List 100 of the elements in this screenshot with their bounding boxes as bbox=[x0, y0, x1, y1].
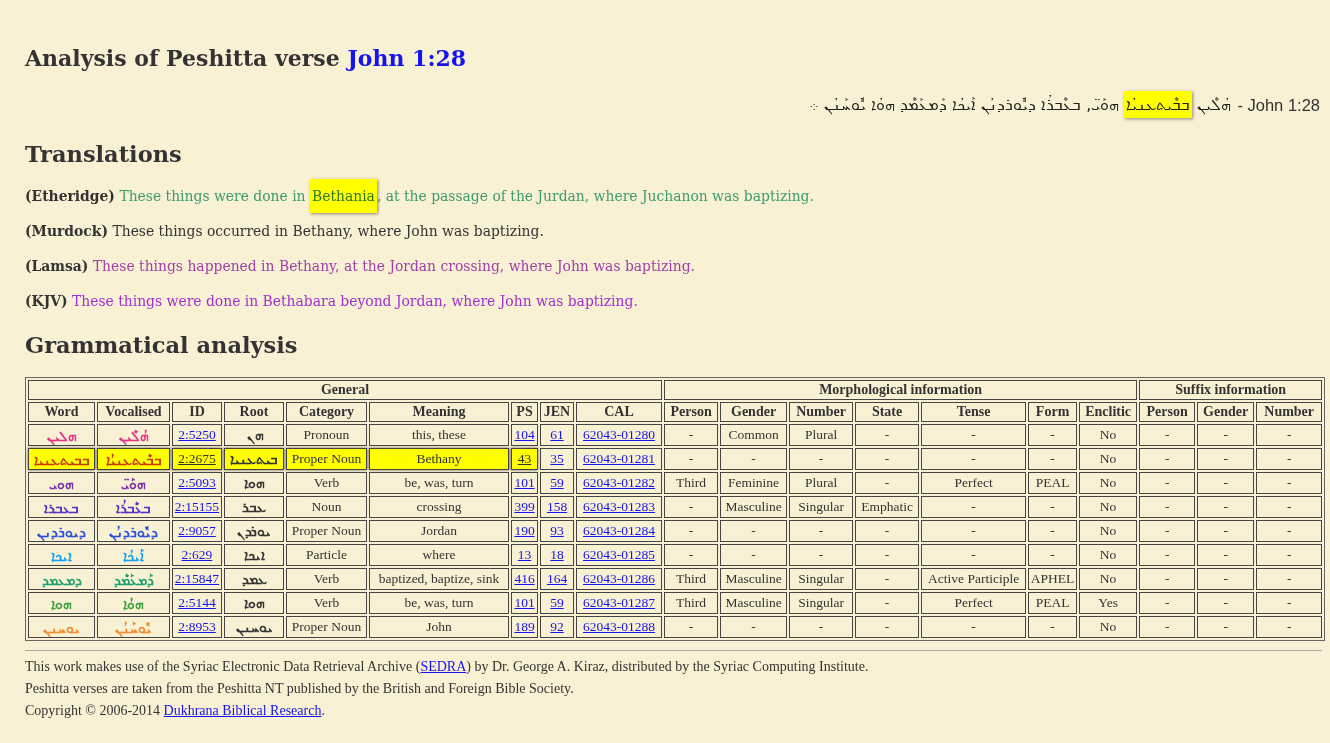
column-header: JEN bbox=[540, 402, 574, 422]
verse-link[interactable]: John 1:28 bbox=[347, 45, 467, 71]
table-link[interactable]: 62043-01280 bbox=[583, 427, 656, 442]
table-link[interactable]: 2:5093 bbox=[178, 475, 216, 490]
column-header: PS bbox=[511, 402, 538, 422]
table-cell: - bbox=[1256, 568, 1323, 590]
table-cell: - bbox=[789, 520, 854, 542]
table-link[interactable]: 35 bbox=[550, 451, 564, 466]
table-cell: - bbox=[720, 544, 788, 566]
syriac-root: ܝܘܚܢܢ bbox=[224, 616, 284, 638]
table-cell: No bbox=[1079, 616, 1138, 638]
table-cell: - bbox=[1028, 616, 1078, 638]
table-cell: - bbox=[1197, 616, 1255, 638]
table-cell: where bbox=[369, 544, 509, 566]
syriac-word: ܒܒܝܬܥܢܝܐ bbox=[33, 452, 90, 468]
syriac-word: ܕܝܘܪܕܢܢ bbox=[37, 524, 86, 540]
section-heading: Grammatical analysis bbox=[25, 331, 298, 360]
table-cell: - bbox=[1197, 424, 1255, 446]
table-link[interactable]: 2:15155 bbox=[174, 499, 220, 514]
table-cell: Plural bbox=[789, 472, 854, 494]
table-link[interactable]: 18 bbox=[550, 547, 564, 562]
table-link[interactable]: 62043-01283 bbox=[583, 499, 656, 514]
table-cell: - bbox=[1256, 472, 1323, 494]
table-cell: - bbox=[1256, 496, 1323, 518]
footer-link[interactable]: SEDRA bbox=[420, 659, 467, 674]
table-cell: Plural bbox=[789, 424, 854, 446]
table-link[interactable]: 62043-01281 bbox=[583, 451, 656, 466]
column-header: Category bbox=[286, 402, 367, 422]
table-link[interactable]: 399 bbox=[514, 499, 535, 514]
table-cell: - bbox=[1028, 520, 1078, 542]
table-cell: Third bbox=[664, 592, 719, 614]
table-cell: - bbox=[1139, 448, 1196, 470]
table-cell: Pronoun bbox=[286, 424, 367, 446]
table-link[interactable]: 62043-01284 bbox=[583, 523, 656, 538]
table-cell: Bethany bbox=[369, 448, 509, 470]
table-link[interactable]: 61 bbox=[550, 427, 564, 442]
verse-reference: - John 1:28 bbox=[1237, 95, 1320, 116]
table-cell: - bbox=[855, 448, 920, 470]
table-cell: No bbox=[1079, 448, 1138, 470]
table-link[interactable]: 2:629 bbox=[181, 547, 213, 562]
table-link[interactable]: 2:8953 bbox=[178, 619, 216, 634]
table-link[interactable]: 2:2675 bbox=[178, 451, 216, 466]
column-header: Enclitic bbox=[1079, 402, 1138, 422]
syriac-word: ܐܰܝܟܳܐ bbox=[123, 548, 144, 564]
column-header: Gender bbox=[720, 402, 788, 422]
syriac-word: ܕܰܡܥܰܡܶܕ bbox=[113, 572, 154, 588]
table-link[interactable]: 13 bbox=[517, 547, 532, 562]
table-cell: - bbox=[1028, 448, 1078, 470]
table-cell: - bbox=[664, 496, 719, 518]
table-link[interactable]: 190 bbox=[514, 523, 535, 538]
table-link[interactable]: 2:9057 bbox=[178, 523, 216, 538]
section-heading: Translations bbox=[25, 140, 182, 169]
table-link[interactable]: 164 bbox=[546, 571, 568, 586]
column-header: ID bbox=[172, 402, 222, 422]
table-link[interactable]: 62043-01287 bbox=[583, 595, 656, 610]
table-cell: - bbox=[1197, 496, 1255, 518]
table-link[interactable]: 189 bbox=[514, 619, 535, 634]
table-cell: baptized, baptize, sink bbox=[369, 568, 509, 590]
table-link[interactable]: 416 bbox=[514, 571, 535, 586]
syriac-word: ܒܒܶܝܬܥܢܝܳܐ bbox=[105, 452, 162, 468]
table-cell: - bbox=[1197, 520, 1255, 542]
table-cell: Singular bbox=[789, 592, 854, 614]
table-link[interactable]: 43 bbox=[517, 451, 532, 466]
syriac-root: ܗܘܐ bbox=[224, 472, 284, 494]
table-link[interactable]: 62043-01288 bbox=[583, 619, 656, 634]
table-link[interactable]: 101 bbox=[514, 475, 535, 490]
syriac-word: ܕܡܥܡܕ bbox=[41, 572, 82, 588]
table-link[interactable]: 2:15847 bbox=[174, 571, 220, 586]
table-link[interactable]: 92 bbox=[550, 619, 564, 634]
table-cell: - bbox=[855, 592, 920, 614]
table-link[interactable]: 59 bbox=[550, 475, 564, 490]
table-cell: Proper Noun bbox=[286, 448, 367, 470]
column-header: Number bbox=[1256, 402, 1323, 422]
syriac-word: ܒܥܒܪܐ bbox=[44, 500, 79, 516]
table-link[interactable]: 62043-01282 bbox=[583, 475, 656, 490]
table-cell: - bbox=[664, 448, 719, 470]
table-cell: Yes bbox=[1079, 592, 1138, 614]
table-link[interactable]: 93 bbox=[550, 523, 564, 538]
footer-text: Peshitta verses are taken from the Peshitta NT published by the British and Foreign Bible Society. bbox=[25, 680, 574, 698]
table-cell: Masculine bbox=[720, 496, 788, 518]
table-link[interactable]: 59 bbox=[550, 595, 564, 610]
table-cell: Verb bbox=[286, 592, 367, 614]
table-cell: - bbox=[855, 568, 920, 590]
table-cell: Emphatic bbox=[855, 496, 920, 518]
column-header: CAL bbox=[576, 402, 663, 422]
table-link[interactable]: 2:5144 bbox=[178, 595, 216, 610]
table-cell: - bbox=[1139, 568, 1196, 590]
table-link[interactable]: 62043-01285 bbox=[583, 547, 656, 562]
table-link[interactable]: 104 bbox=[514, 427, 535, 442]
table-cell: PEAL bbox=[1028, 472, 1078, 494]
table-link[interactable]: 158 bbox=[546, 499, 568, 514]
syriac-word: ܕܝܽܘܪܕܢܳܢ bbox=[109, 524, 158, 540]
translation-text: (Murdock) These things occurred in Bethany, where John was baptizing. bbox=[25, 222, 544, 241]
table-link[interactable]: 62043-01286 bbox=[583, 571, 656, 586]
syriac-root: ܐܝܟܐ bbox=[224, 544, 284, 566]
table-cell: Masculine bbox=[720, 592, 788, 614]
table-link[interactable]: 101 bbox=[514, 595, 535, 610]
table-link[interactable]: 2:5250 bbox=[178, 427, 216, 442]
table-cell: Particle bbox=[286, 544, 367, 566]
table-cell: Singular bbox=[789, 496, 854, 518]
